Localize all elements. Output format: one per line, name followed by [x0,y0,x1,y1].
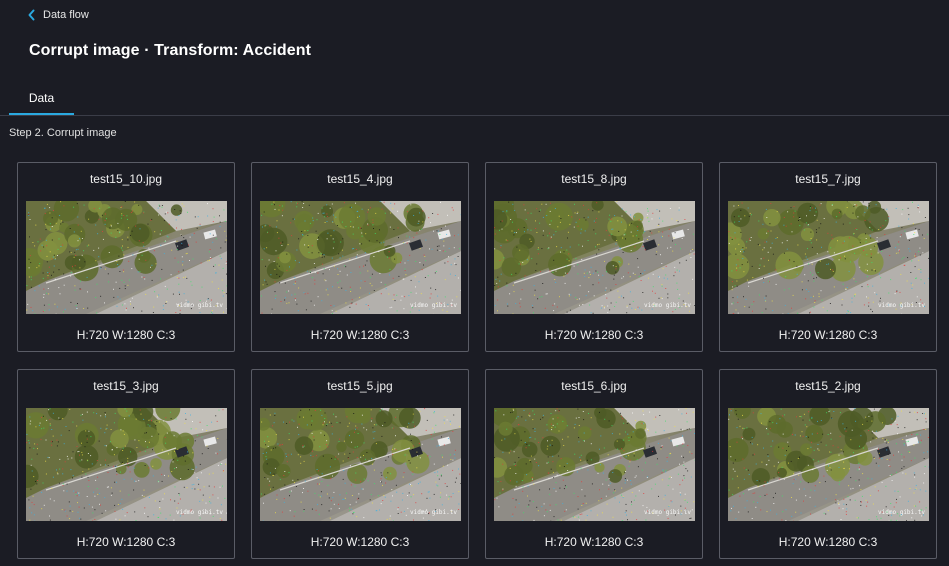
tab-data[interactable]: Data [9,86,74,115]
image-thumbnail: vidmo gibi.tv [728,201,929,314]
image-filename: test15_7.jpg [795,172,861,186]
image-grid: test15_10.jpg vidmo gibi.tv H:720 W:1280… [17,162,937,559]
image-watermark: vidmo gibi.tv [644,302,691,309]
page-title: Corrupt image · Transform: Accident [29,42,312,59]
image-watermark: vidmo gibi.tv [410,509,457,516]
image-card[interactable]: test15_10.jpg vidmo gibi.tv H:720 W:1280… [17,162,235,352]
back-link-label: Data flow [43,9,89,21]
image-thumbnail: vidmo gibi.tv [26,201,227,314]
image-watermark: vidmo gibi.tv [644,509,691,516]
image-filename: test15_4.jpg [327,172,393,186]
image-card[interactable]: test15_6.jpg vidmo gibi.tv H:720 W:1280 … [485,369,703,559]
image-thumbnail: vidmo gibi.tv [494,201,695,314]
image-filename: test15_8.jpg [561,172,627,186]
image-dimensions: H:720 W:1280 C:3 [310,535,410,549]
image-thumbnail: vidmo gibi.tv [260,408,461,521]
image-thumbnail: vidmo gibi.tv [494,408,695,521]
image-watermark: vidmo gibi.tv [878,509,925,516]
image-card[interactable]: test15_7.jpg vidmo gibi.tv H:720 W:1280 … [719,162,937,352]
back-to-data-flow-link[interactable]: Data flow [27,9,89,21]
data-flow-page: Data flow Corrupt image · Transform: Acc… [0,0,949,566]
image-card[interactable]: test15_3.jpg vidmo gibi.tv H:720 W:1280 … [17,369,235,559]
image-filename: test15_2.jpg [795,379,861,393]
image-filename: test15_10.jpg [89,172,163,186]
chevron-left-icon [28,9,35,21]
tab-bar: Data [0,86,949,116]
image-thumbnail: vidmo gibi.tv [260,201,461,314]
image-dimensions: H:720 W:1280 C:3 [76,535,176,549]
image-watermark: vidmo gibi.tv [176,509,223,516]
image-dimensions: H:720 W:1280 C:3 [778,328,878,342]
image-thumbnail: vidmo gibi.tv [728,408,929,521]
image-filename: test15_6.jpg [561,379,627,393]
image-dimensions: H:720 W:1280 C:3 [544,535,644,549]
image-card[interactable]: test15_2.jpg vidmo gibi.tv H:720 W:1280 … [719,369,937,559]
image-filename: test15_3.jpg [93,379,159,393]
image-watermark: vidmo gibi.tv [878,302,925,309]
image-card[interactable]: test15_8.jpg vidmo gibi.tv H:720 W:1280 … [485,162,703,352]
image-watermark: vidmo gibi.tv [410,302,457,309]
image-thumbnail: vidmo gibi.tv [26,408,227,521]
image-watermark: vidmo gibi.tv [176,302,223,309]
image-dimensions: H:720 W:1280 C:3 [778,535,878,549]
image-filename: test15_5.jpg [327,379,393,393]
image-card[interactable]: test15_4.jpg vidmo gibi.tv H:720 W:1280 … [251,162,469,352]
image-dimensions: H:720 W:1280 C:3 [544,328,644,342]
image-dimensions: H:720 W:1280 C:3 [76,328,176,342]
image-card[interactable]: test15_5.jpg vidmo gibi.tv H:720 W:1280 … [251,369,469,559]
step-label: Step 2. Corrupt image [9,127,117,139]
image-dimensions: H:720 W:1280 C:3 [310,328,410,342]
